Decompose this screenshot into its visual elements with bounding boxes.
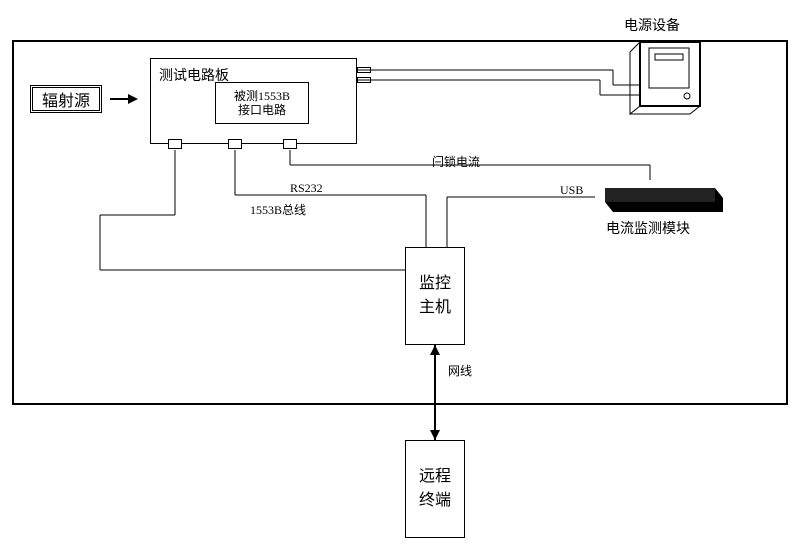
power-supply-icon [615, 36, 705, 116]
board-port-left [168, 139, 182, 149]
dut-1553b-label: 被测1553B 接口电路 [234, 89, 290, 118]
monitor-host-box: 监控 主机 [405, 247, 465, 345]
board-port-right [283, 139, 297, 149]
radiation-source-box: 辐射源 [30, 85, 102, 113]
radiation-source-label: 辐射源 [42, 87, 90, 111]
latch-current-label: 闩锁电流 [432, 153, 480, 170]
usb-label: USB [560, 183, 583, 198]
dut-1553b-box: 被测1553B 接口电路 [215, 82, 309, 124]
current-monitor-icon [595, 180, 725, 220]
power-supply-caption: 电源设备 [624, 15, 680, 35]
radiation-arrow [110, 94, 138, 104]
net-arrow-up-head [430, 345, 440, 355]
rs232-label: RS232 [290, 181, 323, 196]
remote-terminal-box: 远程 终端 [405, 440, 465, 538]
monitor-host-label: 监控 主机 [419, 272, 451, 320]
test-board-stub [357, 67, 371, 73]
current-monitor-caption: 电流监测模块 [606, 218, 690, 238]
board-port-middle [228, 139, 242, 149]
bus-1553b-label: 1553B总线 [250, 201, 306, 218]
net-arrow-down-head [430, 430, 440, 440]
net-cable-label: 网线 [448, 362, 472, 379]
test-board-stub [357, 77, 371, 83]
remote-terminal-label: 远程 终端 [419, 465, 451, 513]
